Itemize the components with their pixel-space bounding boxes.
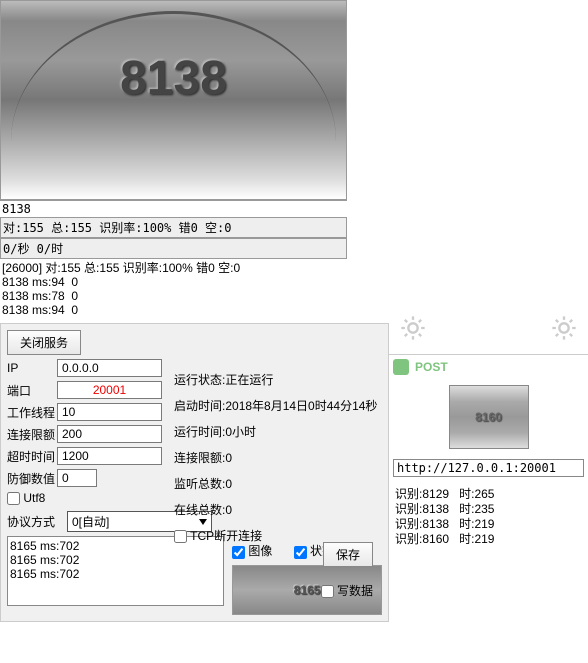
save-button[interactable]: 保存 — [323, 542, 373, 567]
log-line: [26000] 对:155 总:155 识别率:100% 错0 空:0 — [2, 261, 345, 275]
embossed-number: 8138 — [120, 51, 227, 106]
close-service-button[interactable]: 关闭服务 — [7, 330, 81, 355]
status-running-value: 正在运行 — [225, 373, 273, 387]
port-input[interactable] — [57, 381, 162, 399]
table-row: 识别:8129 时:265 — [395, 487, 582, 502]
timeout-input[interactable] — [57, 447, 162, 465]
tcp-disconnect-label[interactable]: TCP断开连接 — [174, 529, 262, 543]
uptime-label: 运行时间: — [174, 425, 225, 439]
gear-icon — [399, 314, 427, 342]
start-time-label: 启动时间: — [174, 399, 225, 413]
listen-value: 0 — [225, 477, 232, 491]
timeout-label: 超时时间 — [7, 448, 57, 465]
camera-image: 8138 — [0, 0, 347, 200]
threads-label: 工作线程 — [7, 404, 57, 421]
log-line: 8165 ms:702 — [10, 567, 221, 581]
online-label: 在线总数: — [174, 503, 225, 517]
connlimit2-value: 0 — [225, 451, 232, 465]
url-input[interactable]: http://127.0.0.1:20001 — [393, 459, 584, 477]
status-column: 运行状态:正在运行 启动时间:2018年8月14日0时44分14秒 运行时间:0… — [174, 362, 377, 553]
defense-label: 防御数值 — [7, 470, 57, 487]
post-header: POST — [393, 359, 584, 375]
right-panel: POST 8160 http://127.0.0.1:20001 识别:8129… — [389, 314, 588, 553]
ocr-result: 8138 — [0, 200, 347, 217]
proto-value: 0[自动] — [72, 513, 109, 530]
result-table: 识别:8129 时:265 识别:8138 时:235 识别:8138 时:21… — [393, 485, 584, 549]
proto-label: 协议方式 — [7, 513, 67, 530]
connlimit-label: 连接限额 — [7, 426, 57, 443]
tcp-disconnect-checkbox[interactable] — [174, 530, 187, 543]
online-value: 0 — [225, 503, 232, 517]
listen-label: 监听总数: — [174, 477, 225, 491]
ip-label: IP — [7, 361, 57, 375]
log-line: 8138 ms:94 0 — [2, 275, 345, 289]
server-panel: 关闭服务 IP 端口 工作线程 连接限额 超时时间 防御数值 Utf8 运行状态… — [0, 323, 389, 622]
post-panel: POST 8160 http://127.0.0.1:20001 识别:8129… — [389, 354, 588, 553]
gear-icon — [550, 314, 578, 342]
table-row: 识别:8160 时:219 — [395, 532, 582, 547]
stats-line-2: 0/秒 0/时 — [0, 238, 347, 259]
write-data-label[interactable]: 写数据 — [321, 584, 373, 598]
start-time-value: 2018年8月14日0时44分14秒 — [225, 399, 377, 413]
post-thumb: 8160 — [449, 385, 529, 449]
log-block: [26000] 对:155 总:155 识别率:100% 错0 空:0 8138… — [0, 259, 347, 319]
connlimit-input[interactable] — [57, 425, 162, 443]
defense-input[interactable] — [57, 469, 97, 487]
log-line: 8138 ms:78 0 — [2, 289, 345, 303]
post-title: POST — [415, 360, 448, 374]
log-line: 8165 ms:702 — [10, 553, 221, 567]
status-running-label: 运行状态: — [174, 373, 225, 387]
connlimit2-label: 连接限额: — [174, 451, 225, 465]
utf8-checkbox-label[interactable]: Utf8 — [7, 491, 45, 505]
port-label: 端口 — [7, 382, 57, 399]
uptime-value: 0小时 — [225, 425, 256, 439]
stats-line-1: 对:155 总:155 识别率:100% 错0 空:0 — [0, 217, 347, 238]
threads-input[interactable] — [57, 403, 162, 421]
gear-row — [389, 314, 588, 354]
table-row: 识别:8138 时:235 — [395, 502, 582, 517]
app-icon — [393, 359, 409, 375]
table-row: 识别:8138 时:219 — [395, 517, 582, 532]
utf8-checkbox[interactable] — [7, 492, 20, 505]
ip-input[interactable] — [57, 359, 162, 377]
log-line: 8138 ms:94 0 — [2, 303, 345, 317]
write-data-checkbox[interactable] — [321, 585, 334, 598]
